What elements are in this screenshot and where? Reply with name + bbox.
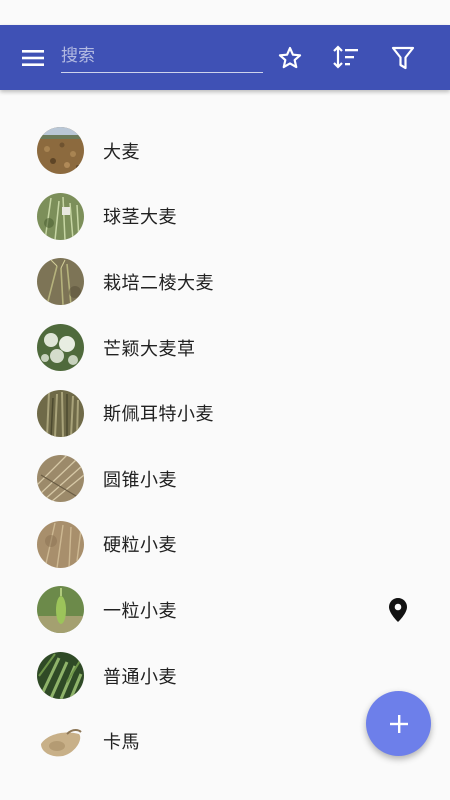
list-item[interactable]: 斯佩耳特小麦 (0, 380, 450, 446)
star-outline-icon (278, 46, 302, 69)
list-item[interactable]: 硬粒小麦 (0, 512, 450, 578)
plant-name: 球茎大麦 (103, 207, 177, 229)
filter-icon (391, 46, 415, 70)
plant-name: 一粒小麦 (103, 600, 177, 622)
spelt-thumbnail (37, 389, 84, 437)
plant-list: 大麦 球茎大麦 栽培二棱大麦 芒颖大麦草 斯佩耳特小麦 圆锥小麦 硬粒小麦 一粒… (0, 118, 450, 774)
plant-name: 硬粒小麦 (103, 535, 177, 557)
list-item[interactable]: 栽培二棱大麦 (0, 249, 450, 315)
list-item[interactable]: 一粒小麦 (0, 577, 450, 643)
sort-icon (333, 45, 358, 69)
plant-name: 圆锥小麦 (103, 469, 177, 491)
foxtail-barley-thumbnail (37, 324, 84, 372)
plant-name: 卡馬 (103, 732, 140, 754)
plant-name: 栽培二棱大麦 (103, 272, 214, 294)
plant-name: 芒颖大麦草 (103, 338, 196, 360)
bulbous-barley-thumbnail (37, 192, 84, 240)
add-button[interactable] (366, 691, 431, 756)
search-field (61, 39, 263, 73)
list-item[interactable]: 圆锥小麦 (0, 446, 450, 512)
plant-name: 普通小麦 (103, 666, 177, 688)
poulard-wheat-thumbnail (37, 455, 84, 503)
filter-button[interactable] (383, 38, 423, 78)
sort-button[interactable] (326, 38, 366, 78)
search-input[interactable] (61, 39, 263, 72)
common-wheat-thumbnail (37, 652, 84, 700)
durum-wheat-thumbnail (37, 520, 84, 568)
menu-icon (22, 50, 44, 66)
list-item[interactable]: 球茎大麦 (0, 184, 450, 250)
barley-field-thumbnail (37, 127, 84, 175)
app-toolbar (0, 25, 450, 90)
favorites-button[interactable] (270, 38, 310, 78)
status-bar (0, 0, 450, 25)
location-pin-icon (389, 597, 407, 622)
menu-button[interactable] (14, 41, 52, 75)
list-item[interactable]: 芒颖大麦草 (0, 315, 450, 381)
list-item[interactable]: 大麦 (0, 118, 450, 184)
kamut-thumbnail (37, 717, 84, 765)
einkorn-thumbnail (37, 586, 84, 634)
two-row-barley-thumbnail (37, 258, 84, 306)
plus-icon (389, 714, 408, 733)
plant-name: 斯佩耳特小麦 (103, 404, 214, 426)
location-pin-button[interactable] (386, 597, 410, 623)
plant-name: 大麦 (103, 141, 140, 163)
